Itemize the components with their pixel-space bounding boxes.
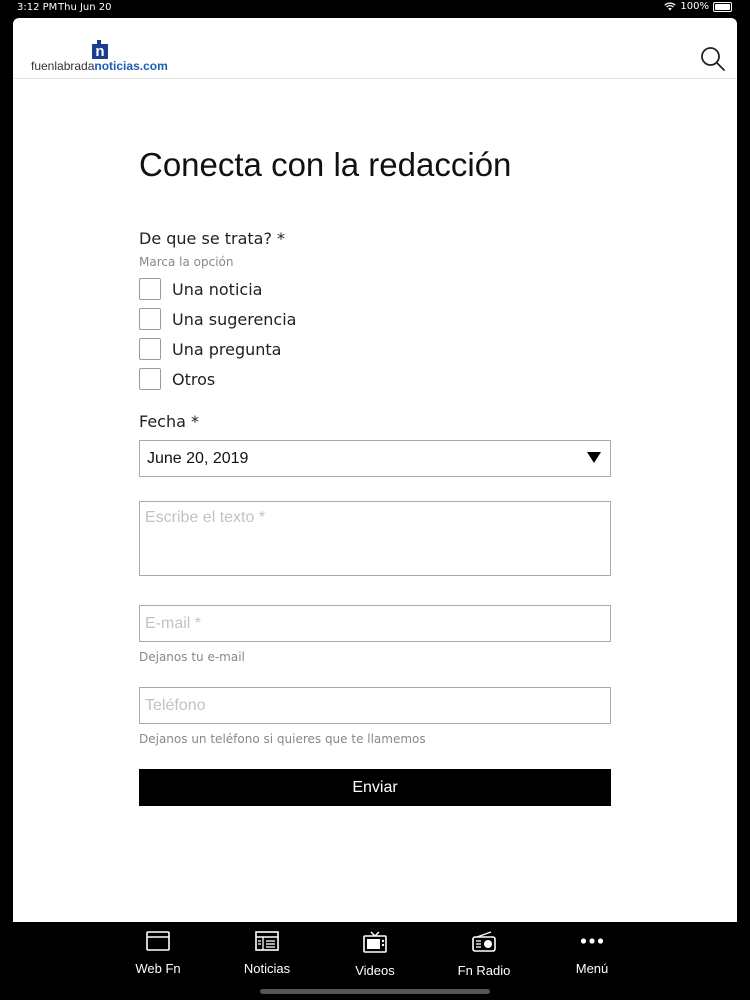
date-value: June 20, 2019 [147, 450, 249, 467]
battery-icon [713, 1, 732, 12]
checkbox[interactable] [139, 278, 161, 300]
battery-percent: 100% [680, 1, 709, 12]
tab-label: Web Fn [135, 961, 181, 976]
newspaper-icon [255, 931, 279, 951]
more-dots-icon [580, 938, 604, 944]
status-time: 3:12 PM [17, 2, 58, 13]
home-indicator[interactable] [260, 989, 490, 994]
email-field[interactable] [139, 605, 611, 642]
logo-text: fuenlabradanoticias.com [31, 59, 168, 73]
email-hint: Dejanos tu e-mail [139, 650, 245, 664]
submit-button[interactable]: Enviar [139, 769, 611, 806]
tab-noticias[interactable]: Noticias [222, 930, 312, 976]
option-label: Una noticia [172, 279, 263, 299]
option-otros[interactable]: Otros [139, 368, 215, 390]
logo-text-part2: noticias.com [94, 59, 168, 73]
tab-label: Fn Radio [457, 963, 511, 978]
date-select[interactable]: June 20, 2019 [139, 440, 611, 477]
tab-menu[interactable]: Menú [547, 930, 637, 976]
date-label: Fecha * [139, 412, 199, 431]
wifi-icon [664, 2, 677, 11]
tab-label: Videos [355, 963, 395, 978]
search-button[interactable] [699, 45, 727, 73]
status-date: Thu Jun 20 [58, 2, 112, 13]
message-textarea[interactable] [139, 501, 611, 576]
topic-label: De que se trata? * [139, 229, 286, 248]
tab-label: Noticias [243, 961, 291, 976]
logo-text-part1: fuenlabrada [31, 59, 95, 73]
dropdown-arrow-icon [587, 452, 601, 463]
option-una-noticia[interactable]: Una noticia [139, 278, 262, 300]
tab-label: Menú [575, 961, 609, 976]
tab-fn-radio[interactable]: Fn Radio [439, 930, 529, 978]
checkbox[interactable] [139, 368, 161, 390]
phone-field[interactable] [139, 687, 611, 724]
site-header: n fuenlabradanoticias.com [13, 18, 737, 79]
phone-hint: Dejanos un teléfono si quieres que te ll… [139, 732, 426, 746]
status-bar: 3:12 PM Thu Jun 20 100% [0, 0, 750, 16]
content-card: n fuenlabradanoticias.com Conecta con la… [13, 18, 737, 922]
tab-videos[interactable]: Videos [330, 930, 420, 978]
logo-mark: n [92, 40, 108, 59]
option-una-pregunta[interactable]: Una pregunta [139, 338, 281, 360]
search-icon [701, 47, 725, 71]
browser-window-icon [146, 931, 170, 951]
status-indicators: 100% [664, 1, 732, 12]
checkbox[interactable] [139, 308, 161, 330]
option-label: Una sugerencia [172, 309, 297, 329]
tab-web-fn[interactable]: Web Fn [113, 930, 203, 976]
tv-icon [363, 931, 387, 953]
option-una-sugerencia[interactable]: Una sugerencia [139, 308, 296, 330]
option-label: Otros [172, 369, 216, 389]
checkbox[interactable] [139, 338, 161, 360]
option-label: Una pregunta [172, 339, 282, 359]
page-title: Conecta con la redacción [139, 146, 512, 183]
radio-icon [472, 931, 496, 952]
topic-hint: Marca la opción [139, 255, 234, 269]
